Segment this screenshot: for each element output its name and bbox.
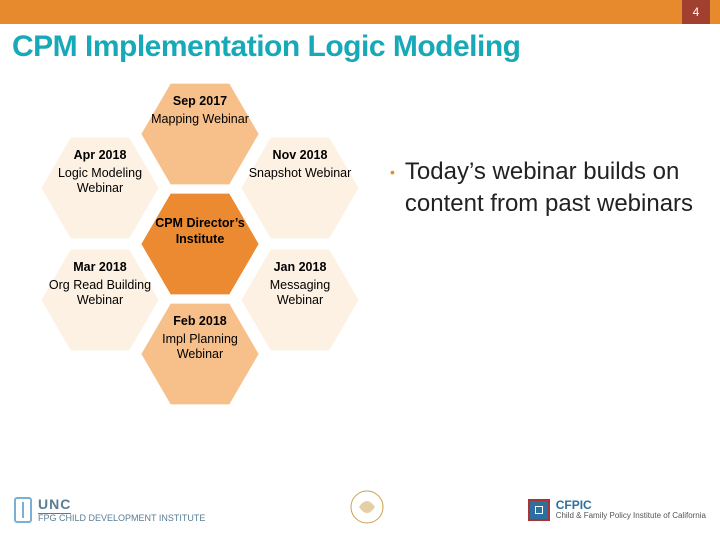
- unc-logo: UNC FPG CHILD DEVELOPMENT INSTITUTE: [14, 497, 205, 523]
- bullet-dot-icon: •: [390, 156, 395, 188]
- center-seal-icon: [340, 487, 394, 533]
- bullet-item: • Today’s webinar builds on content from…: [390, 156, 702, 221]
- page-number-badge: 4: [682, 0, 710, 24]
- unc-mark-icon: [14, 497, 32, 523]
- hex-diagram: Sep 2017Mapping Webinar Apr 2018Logic Mo…: [10, 64, 370, 484]
- unc-text: UNC FPG CHILD DEVELOPMENT INSTITUTE: [38, 497, 205, 523]
- top-accent-bar: 4: [0, 0, 720, 24]
- cfpic-logo: CFPIC Child & Family Policy Institute of…: [528, 499, 706, 521]
- footer: UNC FPG CHILD DEVELOPMENT INSTITUTE CFPI…: [0, 486, 720, 534]
- cfpic-text: CFPIC Child & Family Policy Institute of…: [556, 499, 706, 521]
- bullet-text: Today’s webinar builds on content from p…: [405, 156, 702, 221]
- bullet-list: • Today’s webinar builds on content from…: [390, 156, 702, 221]
- cfpic-square-icon: [528, 499, 550, 521]
- page-title: CPM Implementation Logic Modeling: [12, 30, 708, 64]
- hex-feb2018: Feb 2018Impl Planning Webinar: [140, 302, 260, 406]
